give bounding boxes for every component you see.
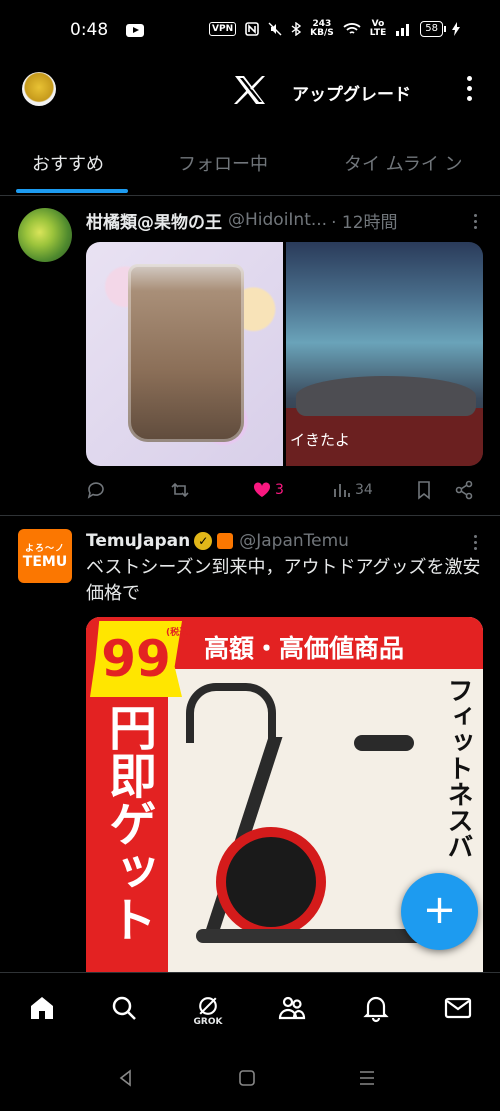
heart-icon — [253, 482, 271, 497]
ad-banner-text: 高額・高価値商品 — [204, 634, 405, 663]
ad-vertical-text-right: フィットネスバ — [443, 677, 473, 859]
scene-table — [296, 376, 476, 416]
views-button[interactable]: 34 — [332, 478, 373, 502]
post-image-drink[interactable] — [86, 242, 283, 466]
post-text: ベストシーズン到来中，アウトドアグッズを激安価格で — [86, 557, 481, 604]
grok-label: GROK — [193, 1017, 223, 1027]
bookmark-button[interactable] — [414, 478, 434, 502]
nav-home[interactable] — [24, 993, 60, 1029]
network-speed: 243 KB/S — [310, 19, 334, 38]
mute-icon — [268, 22, 282, 36]
status-time: 0:48 — [70, 20, 109, 40]
views-count: 34 — [355, 482, 373, 498]
post-more-icon[interactable] — [474, 214, 478, 232]
communities-icon — [278, 996, 306, 1020]
top-header: アップグレード — [0, 62, 500, 122]
verified-badge-icon: ✓ — [194, 532, 213, 550]
bookmark-icon — [418, 481, 430, 500]
ad-vertical-text-left: 円即ゲット — [100, 703, 156, 943]
vpn-badge: VPN — [209, 22, 237, 36]
home-icon — [31, 997, 53, 1019]
views-chart-icon — [334, 484, 350, 497]
active-tab-indicator — [16, 189, 128, 193]
bike-base — [196, 929, 436, 943]
compose-button[interactable]: + — [401, 873, 478, 950]
image-caption: イきたよ — [290, 431, 351, 449]
post-header: 柑橘類@果物の王 @HidoiInt... · 12時間 — [86, 208, 464, 232]
bike-seat — [354, 735, 414, 751]
post-image-anime[interactable]: イきたよ — [286, 242, 483, 466]
bell-icon — [363, 996, 389, 1023]
more-options-icon[interactable] — [462, 76, 476, 106]
post-media[interactable]: イきたよ — [86, 242, 483, 466]
reply-icon — [87, 482, 104, 499]
like-count: 3 — [275, 482, 284, 498]
tab-recommended[interactable]: おすすめ — [32, 150, 104, 176]
bottom-navigation: GROK — [0, 972, 500, 1048]
ad-tax-note: (税込) — [166, 628, 193, 638]
share-button[interactable] — [454, 478, 474, 502]
back-icon[interactable] — [116, 1068, 136, 1088]
profile-avatar[interactable] — [22, 72, 56, 106]
nav-grok[interactable]: GROK — [190, 993, 226, 1029]
system-navigation-bar — [0, 1048, 500, 1111]
recents-icon[interactable] — [357, 1068, 377, 1088]
timeline-post[interactable]: 柑橘類@果物の王 @HidoiInt... · 12時間 イきたよ 3 34 — [0, 196, 500, 516]
post-timestamp: · 12時間 — [331, 212, 398, 233]
affiliate-badge-icon — [217, 533, 234, 549]
post-author-name[interactable]: TemuJapan — [86, 531, 190, 551]
temu-avatar[interactable]: よろ〜ノ TEMU — [18, 529, 72, 583]
bluetooth-icon — [291, 22, 302, 36]
x-logo-icon[interactable] — [232, 74, 268, 106]
like-button[interactable]: 3 — [252, 478, 284, 502]
post-actions: 3 34 — [86, 478, 480, 502]
repost-icon — [171, 482, 189, 498]
upgrade-button[interactable]: アップグレード — [292, 80, 411, 105]
bike-flywheel — [216, 827, 326, 937]
post-author-avatar[interactable] — [18, 208, 72, 262]
wifi-icon — [343, 23, 361, 34]
post-header: TemuJapan ✓ @JapanTemu — [86, 529, 464, 553]
post-author-handle[interactable]: @JapanTemu — [239, 531, 349, 551]
timeline-tabs: おすすめ フォロー中 タイ ムライ ン — [0, 138, 500, 196]
signal-icon — [396, 24, 410, 36]
status-bar: 0:48 VPN 243 KB/S Vo LTE 58 — [0, 0, 500, 62]
nav-communities[interactable] — [274, 993, 310, 1029]
post-author-name[interactable]: 柑橘類@果物の王 — [86, 208, 222, 233]
home-square-icon[interactable] — [237, 1068, 257, 1088]
tab-timeline[interactable]: タイ ムライ ン — [344, 150, 463, 176]
repost-button[interactable] — [170, 478, 190, 502]
grok-icon — [199, 997, 217, 1015]
youtube-notification-icon — [126, 24, 144, 37]
nav-messages[interactable] — [440, 993, 476, 1029]
post-more-icon[interactable] — [474, 535, 478, 553]
nav-search[interactable] — [106, 993, 142, 1029]
nav-notifications[interactable] — [358, 993, 394, 1029]
lte-indicator: Vo LTE — [369, 19, 387, 38]
reply-button[interactable] — [86, 478, 106, 502]
post-author-handle[interactable]: @HidoiInt... — [228, 210, 327, 230]
share-icon — [455, 480, 473, 500]
nfc-icon — [245, 22, 259, 36]
status-icons: VPN 243 KB/S Vo LTE 58 — [209, 20, 460, 38]
bike-handlebar — [186, 683, 276, 743]
mail-icon — [444, 997, 472, 1019]
search-icon — [112, 996, 136, 1020]
charging-icon — [452, 22, 460, 36]
tab-following[interactable]: フォロー中 — [178, 150, 268, 176]
iced-drink-glass — [128, 264, 244, 442]
battery-level: 58 — [420, 21, 446, 37]
